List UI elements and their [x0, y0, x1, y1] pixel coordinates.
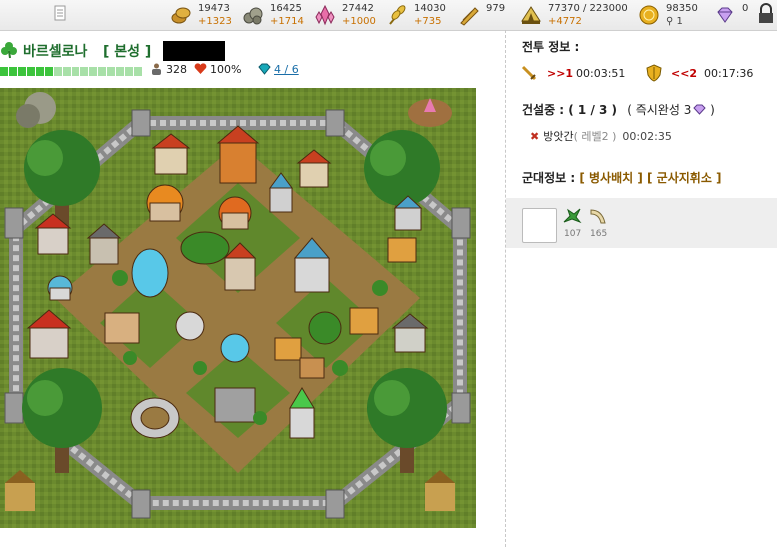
hp-segment: [89, 67, 98, 76]
construction-item-time: 00:02:35: [622, 130, 672, 143]
deploy-soldiers-link[interactable]: [ 병사배치 ]: [579, 171, 643, 185]
hp-segment: [62, 67, 71, 76]
gem-amount: 0: [742, 3, 749, 14]
diamond-small-icon: [693, 104, 707, 115]
defense-time: 00:17:36: [704, 67, 754, 80]
gold-sub-value: 1: [676, 16, 683, 27]
grain-sack-icon: [460, 7, 479, 26]
hp-segment: [107, 67, 116, 76]
attack-label: >>1: [547, 67, 574, 80]
construction-title-text: 건설중 : ( 1 / 3 ): [522, 103, 618, 117]
loyalty-value: 100%: [210, 63, 242, 76]
slots-stat[interactable]: 4 / 6: [258, 63, 299, 79]
command-center-link[interactable]: [ 군사지휘소 ]: [647, 171, 722, 185]
construction-item-name: 방앗간: [543, 130, 574, 143]
slots-link[interactable]: 4 / 6: [274, 63, 299, 76]
dragon-unit-icon[interactable]: [562, 206, 582, 226]
loyalty-stat: 100%: [194, 63, 241, 79]
person-icon: [152, 63, 161, 75]
food-income: +1323: [198, 16, 232, 27]
wheat-amount: 14030: [414, 3, 446, 14]
shield-icon: [646, 64, 662, 82]
crystal-icon: [315, 4, 335, 26]
city-map[interactable]: [0, 88, 476, 528]
document-icon[interactable]: [54, 5, 66, 21]
food-amount: 19473: [198, 3, 230, 14]
hp-segment: [0, 67, 8, 76]
instant-complete[interactable]: ( 즉시완성 3 ): [627, 103, 715, 117]
unit-slot[interactable]: [522, 208, 557, 243]
army-title-text: 군대정보 :: [522, 171, 576, 185]
stone-amount: 16425: [270, 3, 302, 14]
defense-label: <<2: [671, 67, 698, 80]
battle-info-title: 전투 정보 :: [522, 40, 580, 54]
hp-segment: [98, 67, 107, 76]
unit-count-horn: 165: [590, 229, 608, 239]
hp-segment: [17, 67, 26, 76]
hp-segment: [26, 67, 35, 76]
hp-segment: [116, 67, 125, 76]
city-hp-bar: [0, 67, 142, 76]
tent-icon: [521, 6, 541, 24]
construction-item: ✖ 방앗간( 레벨2 ) 00:02:35: [530, 128, 672, 148]
hp-segment: [35, 67, 44, 76]
hp-segment: [80, 67, 89, 76]
city-map-graphic: [0, 88, 476, 528]
horn-unit-icon[interactable]: [588, 206, 608, 226]
gold-sub: ⚲ 1: [666, 16, 683, 27]
construction-title: 건설중 : ( 1 / 3 ) ( 즉시완성 3 ): [522, 101, 715, 118]
population-stat: 328: [150, 63, 187, 79]
hp-segment: [71, 67, 80, 76]
cancel-icon[interactable]: ✖: [530, 130, 539, 143]
gold-amount: 98350: [666, 3, 698, 14]
panel-divider: [505, 30, 506, 547]
population-value: 328: [166, 63, 187, 76]
city-name[interactable]: 바르셀로나: [23, 41, 87, 61]
hp-segment: [125, 67, 134, 76]
hp-segment: [134, 67, 142, 76]
stone-icon: [243, 7, 263, 25]
population-income: +4772: [548, 16, 582, 27]
hp-segment: [44, 67, 53, 76]
wheat-income: +735: [414, 16, 442, 27]
hp-segment: [53, 67, 62, 76]
diamond-icon: [717, 7, 733, 23]
redacted-box: [163, 41, 225, 61]
construction-item-level: ( 레벨2 ): [573, 130, 617, 143]
heart-icon: [194, 63, 207, 74]
wheat-icon: [389, 5, 406, 25]
sword-icon: [521, 65, 537, 81]
grain-amount: 979: [486, 3, 506, 14]
stone-income: +1714: [270, 16, 304, 27]
coins-icon: [171, 7, 191, 24]
instant-complete-close: ): [706, 103, 715, 117]
army-info-title: 군대정보 : [ 병사배치 ] [ 군사지휘소 ]: [522, 169, 722, 186]
clover-icon: [1, 42, 17, 59]
population-amount: 77370 / 223000: [548, 3, 628, 14]
crystal-income: +1000: [342, 16, 376, 27]
city-tag: [ 본성 ]: [103, 44, 152, 60]
attack-time: 00:03:51: [576, 67, 626, 80]
resource-bar: 19473 +1323 16425 +1714 27442 +1000 1403…: [0, 0, 777, 31]
instant-complete-label: ( 즉시완성 3: [627, 103, 692, 117]
hp-segment: [8, 67, 17, 76]
gold-coin-icon: [639, 5, 659, 25]
crystal-amount: 27442: [342, 3, 374, 14]
lock-icon[interactable]: [757, 3, 775, 25]
gem-teal-icon: [258, 63, 271, 75]
unit-count-dragon: 107: [564, 229, 582, 239]
